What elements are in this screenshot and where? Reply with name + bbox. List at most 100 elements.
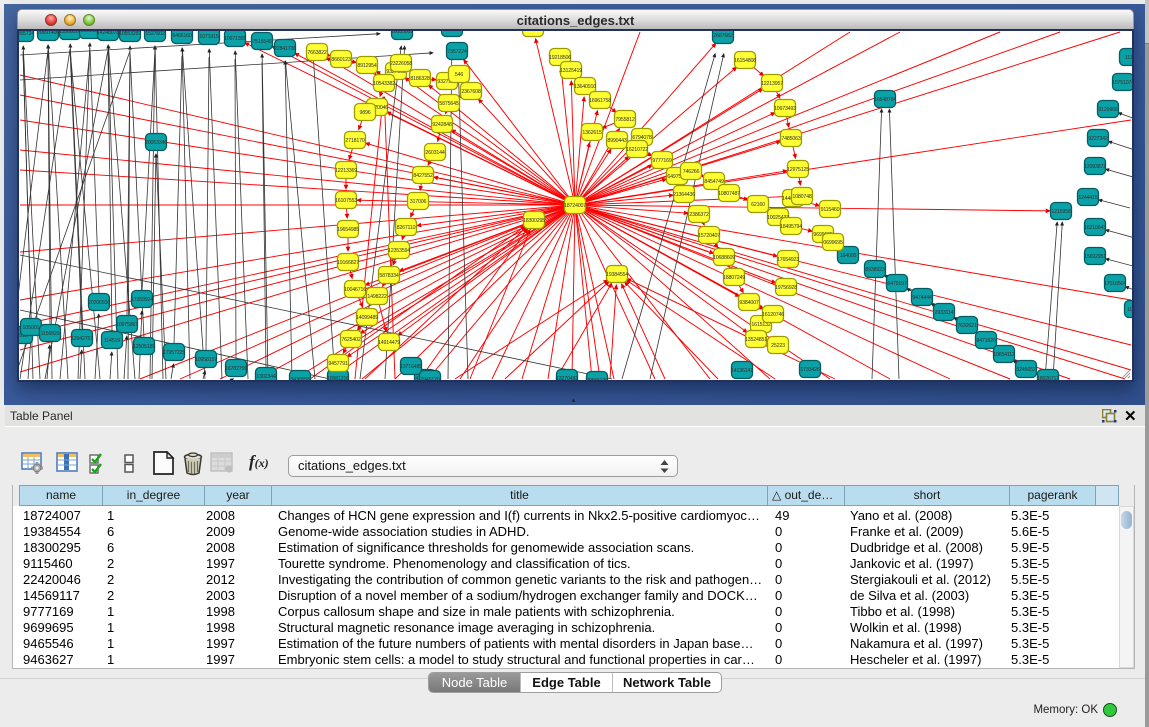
svg-text:12942757: 12942757 [71,336,93,342]
svg-text:13125419: 13125419 [560,68,582,74]
svg-text:2620223: 2620223 [442,31,461,32]
svg-text:18807249: 18807249 [723,275,745,281]
svg-text:10958157: 10958157 [195,357,217,363]
svg-text:5875645: 5875645 [439,101,458,107]
svg-text:8990443: 8990443 [607,138,626,144]
svg-text:6479197: 6479197 [887,281,906,287]
svg-text:1080748: 1080748 [792,194,811,200]
svg-text:20206556: 20206556 [88,300,110,306]
svg-text:2603144: 2603144 [425,150,444,156]
svg-text:5878334: 5878334 [379,273,398,279]
svg-text:9474444: 9474444 [912,295,931,301]
svg-text:17957225: 17957225 [163,350,185,356]
svg-text:12505185: 12505185 [133,344,155,350]
svg-text:9896: 9896 [360,110,371,116]
svg-text:10543382: 10543382 [373,81,395,87]
svg-text:2687682: 2687682 [713,33,732,39]
svg-text:1362615: 1362615 [582,130,601,136]
svg-text:14914479: 14914479 [378,340,400,346]
svg-text:8813054: 8813054 [523,31,542,32]
svg-text:16782759: 16782759 [225,366,247,372]
svg-text:7632621: 7632621 [957,323,976,329]
svg-text:7955812: 7955812 [615,117,634,123]
svg-text:19756928: 19756928 [775,285,797,291]
svg-text:10807487: 10807487 [718,191,740,197]
svg-text:1527602: 1527602 [145,31,164,37]
svg-text:19218506: 19218506 [549,55,571,61]
svg-text:18026717: 18026717 [1037,376,1059,380]
svg-text:0699695: 0699695 [823,240,842,246]
svg-text:21364436: 21364436 [673,192,695,198]
svg-text:7485063: 7485063 [781,136,800,142]
svg-text:2367608: 2367608 [461,89,480,95]
svg-text:1302344: 1302344 [256,374,275,380]
svg-text:8912954: 8912954 [357,63,376,69]
svg-text:8267110: 8267110 [397,225,416,231]
svg-text:12213957: 12213957 [761,81,783,87]
svg-text:17359924: 17359924 [131,297,153,303]
svg-text:114519: 114519 [104,338,120,344]
svg-text:1498222: 1498222 [367,294,386,300]
svg-text:10688609: 10688609 [713,255,735,261]
svg-text:7515546: 7515546 [252,39,271,45]
svg-text:15751074: 15751074 [1112,80,1132,86]
svg-text:13716485: 13716485 [400,364,422,370]
svg-text:15692951: 15692951 [1084,254,1106,260]
svg-text:9384007: 9384007 [739,300,758,306]
svg-text:8938923: 8938923 [865,267,884,273]
svg-text:18495794: 18495794 [780,224,802,230]
svg-text:62160: 62160 [751,202,765,208]
svg-text:14248078: 14248078 [97,31,119,36]
svg-text:1244415: 1244415 [1078,195,1097,201]
svg-text:10553287: 10553287 [119,31,141,37]
svg-text:2933114: 2933114 [935,310,954,316]
svg-text:16033809: 16033809 [391,31,413,35]
svg-text:1215958: 1215958 [1051,209,1070,215]
svg-text:1156829: 1156829 [41,331,60,337]
svg-text:20555120: 20555120 [586,378,608,380]
svg-text:164095: 164095 [840,253,857,259]
svg-text:18724007: 18724007 [564,203,586,209]
svg-text:18981216: 18981216 [327,376,349,380]
svg-text:16107553: 16107553 [335,198,357,204]
svg-text:10975867: 10975867 [116,322,138,328]
svg-text:10654112: 10654112 [993,352,1015,358]
svg-text:8660123: 8660123 [331,57,350,63]
svg-text:7625402: 7625402 [341,337,360,343]
svg-text:19166827: 19166827 [337,260,359,266]
svg-text:1071915: 1071915 [199,34,218,40]
svg-text:13640910: 13640910 [574,84,596,90]
svg-text:16210722: 16210722 [626,147,648,153]
svg-text:14055724: 14055724 [19,31,34,37]
svg-text:9129966: 9129966 [1098,107,1117,113]
svg-text:12093872: 12093872 [1084,164,1106,170]
svg-text:2718170: 2718170 [345,138,364,144]
svg-text:9457791: 9457791 [328,361,347,367]
svg-text:17654923: 17654923 [777,257,799,263]
svg-text:2386372: 2386372 [689,212,708,218]
svg-text:10973493: 10973493 [774,106,796,112]
svg-text:317006: 317006 [410,199,427,205]
svg-text:9242848: 9242848 [432,122,451,128]
svg-text:18300295: 18300295 [523,218,545,224]
svg-text:3430558: 3430558 [290,377,309,380]
svg-text:20691406: 20691406 [37,31,59,36]
svg-text:16961758: 16961758 [589,98,611,104]
svg-text:14099489: 14099489 [356,315,378,321]
svg-text:15720407: 15720407 [698,233,720,239]
svg-text:935001: 935001 [23,325,40,331]
svg-text:25223: 25223 [771,343,785,349]
svg-text:10046716: 10046716 [344,287,366,293]
svg-text:9777169: 9777169 [652,158,671,164]
svg-text:16210643: 16210643 [1084,225,1106,231]
svg-text:8471626: 8471626 [976,338,995,344]
svg-text:13524851: 13524851 [745,337,767,343]
svg-text:746266: 746266 [683,169,700,175]
svg-text:19654985: 19654985 [337,227,359,233]
svg-text:12213369: 12213369 [335,168,357,174]
svg-text:9227342: 9227342 [1088,136,1107,142]
svg-text:22841736: 22841736 [274,46,296,52]
svg-text:16648784: 16648784 [874,97,896,103]
svg-text:14136141: 14136141 [731,368,753,374]
svg-text:9115460: 9115460 [821,207,840,213]
